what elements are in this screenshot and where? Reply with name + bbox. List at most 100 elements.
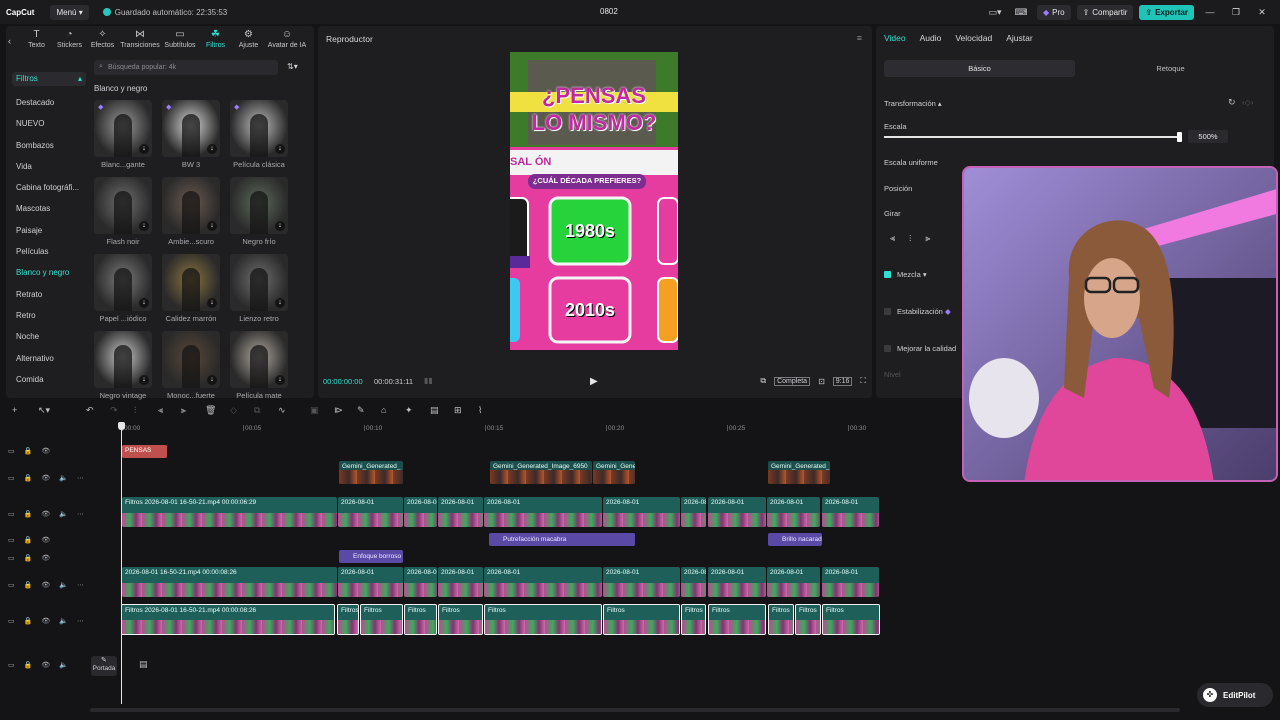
lock-icon[interactable]: 🔒 — [24, 554, 33, 562]
download-icon[interactable]: ↓ — [139, 221, 149, 231]
effect-clip[interactable]: Brillo nacarad — [768, 533, 822, 546]
visibility-icon[interactable]: 👁 — [41, 554, 50, 562]
filter-thumbnail[interactable]: ↓ — [94, 177, 152, 234]
crop-tl-icon[interactable]: ⧉ — [254, 405, 260, 416]
filter-thumbnail[interactable]: ↓ — [230, 254, 288, 311]
tab-avatar-de-ia[interactable]: ☺ Avatar de IA — [265, 30, 309, 50]
category-item[interactable]: Blanco y negro — [12, 262, 86, 283]
sort-filter-icon[interactable]: ⇅▾ — [287, 62, 298, 71]
video-clip[interactable]: 2026-08-01 — [681, 497, 706, 527]
play-icon[interactable]: ▶ — [590, 376, 598, 387]
filter-thumbnail[interactable]: ↓ — [230, 331, 288, 388]
category-head[interactable]: Filtros ▴ — [12, 72, 86, 86]
track-type-icon[interactable]: ▭ — [8, 447, 15, 455]
video-clip[interactable]: 2026-08-01 — [484, 497, 602, 527]
more-icon[interactable]: ⋯ — [77, 581, 84, 589]
download-icon[interactable]: ↓ — [139, 298, 149, 308]
main-video-clip[interactable]: Filtros — [795, 604, 821, 635]
video-clip[interactable]: 2026-08-01 — [708, 567, 766, 597]
download-icon[interactable]: ↓ — [275, 144, 285, 154]
segment-retouch[interactable]: Retoque — [1075, 60, 1266, 77]
video-clip[interactable]: 2026-08-01 — [767, 497, 820, 527]
main-video-clip[interactable]: Filtros 2026-08-01 16-50-21.mp4 00:00:08… — [121, 604, 335, 635]
transform-heading[interactable]: Transformación ▴ — [884, 99, 942, 108]
category-item[interactable]: Noche — [12, 326, 86, 347]
visibility-icon[interactable]: 👁 — [41, 447, 50, 455]
layers-icon[interactable]: ⌂ — [381, 405, 386, 415]
project-title[interactable]: 0802 — [600, 7, 618, 16]
more-icon[interactable]: ⋯ — [77, 510, 84, 518]
category-item[interactable]: Retrato — [12, 284, 86, 305]
menu-button[interactable]: Menú ▾ — [50, 4, 89, 20]
video-clip[interactable]: 2026-08-01 — [822, 567, 879, 597]
video-clip[interactable]: 2026-08-01 — [708, 497, 766, 527]
split-right-icon[interactable]: ⫸ — [181, 405, 186, 416]
main-video-clip[interactable]: Filtros — [360, 604, 403, 635]
shortcuts-icon[interactable]: ⌨ — [1011, 7, 1031, 18]
visibility-icon[interactable]: 👁 — [41, 536, 50, 544]
lock-icon[interactable]: 🔒 — [24, 474, 33, 482]
lock-icon[interactable]: 🔒 — [24, 581, 33, 589]
video-clip[interactable]: 2026-08-01 — [484, 567, 602, 597]
category-item[interactable]: Paisaje — [12, 220, 86, 241]
download-icon[interactable]: ↓ — [139, 144, 149, 154]
more-icon[interactable]: ⋯ — [77, 474, 84, 482]
blend-label[interactable]: Mezcla ▾ — [897, 270, 927, 279]
align-icons[interactable]: ⫷⫶⫸ — [890, 233, 944, 244]
ratio-button[interactable]: 9:16 — [832, 376, 853, 386]
image-clip[interactable]: Gemini_Generated_ — [339, 461, 403, 484]
track-type-icon[interactable]: ▭ — [8, 661, 15, 669]
download-icon[interactable]: ↓ — [139, 375, 149, 385]
crop-icon[interactable]: ⧉ — [760, 376, 766, 386]
blend-checkbox[interactable] — [884, 271, 891, 278]
image-clip[interactable]: Gemini_Gene — [593, 461, 635, 484]
main-video-clip[interactable]: Filtros — [484, 604, 602, 635]
track-type-icon[interactable]: ▭ — [8, 617, 15, 625]
select-tool-icon[interactable]: ↖▾ — [38, 405, 50, 416]
keyframe-icon[interactable]: ‹◇› — [1242, 98, 1253, 107]
curve-icon[interactable]: ∿ — [278, 405, 286, 416]
category-item[interactable]: Bombazos — [12, 135, 86, 156]
add-track-icon[interactable]: + — [12, 405, 17, 415]
export-button[interactable]: ⇧ Exportar — [1139, 4, 1194, 20]
category-item[interactable]: Alternativo — [12, 348, 86, 369]
redo-icon[interactable]: ↷ — [110, 405, 118, 416]
visibility-icon[interactable]: 👁 — [41, 474, 50, 482]
lock-icon[interactable]: 🔒 — [24, 661, 33, 669]
track-type-icon[interactable]: ▭ — [8, 474, 15, 482]
collapse-icon[interactable]: ‹ — [8, 36, 20, 46]
track-type-icon[interactable]: ▭ — [8, 554, 15, 562]
lock-icon[interactable]: 🔒 — [24, 617, 33, 625]
category-item[interactable]: Películas — [12, 241, 86, 262]
filter-thumbnail[interactable]: ↓ — [162, 331, 220, 388]
effect-clip[interactable]: Putrefacción macabra — [489, 533, 635, 546]
category-item[interactable]: Mascotas — [12, 198, 86, 219]
visibility-icon[interactable]: 👁 — [41, 617, 50, 625]
video-clip[interactable]: 2026-08-01 — [438, 567, 483, 597]
filter-thumbnail[interactable]: ↓ — [162, 177, 220, 234]
audio-icon[interactable]: 🔈 — [59, 661, 68, 669]
scale-value[interactable]: 500% — [1188, 130, 1228, 143]
filter-thumbnail[interactable]: ◆ ↓ — [94, 100, 152, 157]
category-item[interactable]: Vida — [12, 156, 86, 177]
category-item[interactable]: NUEVO — [12, 113, 86, 134]
screen-icon[interactable]: ▤ — [430, 405, 439, 416]
property-tab[interactable]: Audio — [920, 33, 942, 43]
tab-stickers[interactable]: ◔ Stickers — [53, 30, 86, 50]
video-clip[interactable]: 2026-08-01 — [404, 497, 437, 527]
video-clip[interactable]: 2026-08-01 — [681, 567, 706, 597]
pro-button[interactable]: ◆ Pro — [1036, 4, 1071, 20]
shield-icon[interactable]: ◇ — [230, 405, 237, 416]
property-tab[interactable]: Ajustar — [1006, 33, 1032, 43]
maximize-icon[interactable]: ❐ — [1226, 7, 1246, 18]
filter-thumbnail[interactable]: ↓ — [162, 254, 220, 311]
video-clip[interactable]: Filtros 2026-08-01 16-50-21.mp4 00:00:06… — [122, 497, 337, 527]
image-clip[interactable]: Gemini_Generated_ — [768, 461, 830, 484]
lock-icon[interactable]: 🔒 — [24, 536, 33, 544]
quality-checkbox[interactable] — [884, 345, 891, 352]
waveform-icon[interactable]: ▮▮ — [424, 376, 433, 385]
scale-slider-knob[interactable] — [1177, 132, 1182, 142]
more-icon[interactable]: ⋯ — [77, 617, 84, 625]
tab-texto[interactable]: T Texto — [20, 30, 53, 50]
main-video-clip[interactable]: Filtros — [438, 604, 483, 635]
